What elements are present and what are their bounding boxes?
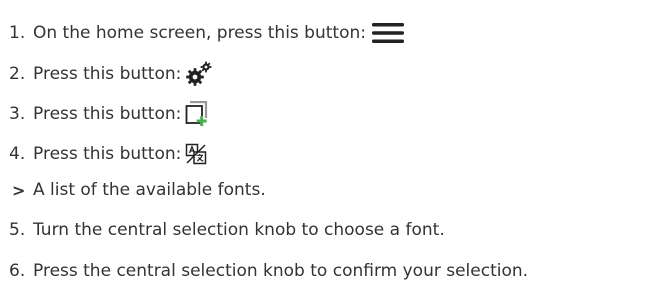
step-4-number: 4.	[9, 144, 26, 164]
settings-icon	[185, 61, 213, 87]
result-text: A list of the available fonts.	[33, 180, 266, 200]
step-2-text: Press this button:	[33, 64, 182, 84]
step-3: 3. Press this button:	[0, 98, 209, 130]
result-arrow: >	[12, 180, 26, 200]
step-5-text: Turn the central selection knob to choos…	[33, 220, 445, 240]
step-6-number: 6.	[9, 261, 26, 281]
step-3-text: Press this button:	[33, 104, 182, 124]
result-note: > A list of the available fonts.	[0, 174, 266, 206]
step-2: 2. Press this button:	[0, 58, 213, 90]
language-icon	[185, 143, 207, 165]
instruction-list: 1. On the home screen, press this button…	[0, 0, 653, 307]
add-page-icon	[185, 101, 209, 127]
step-1-text: On the home screen, press this button:	[33, 23, 366, 43]
step-1-number: 1.	[9, 23, 26, 43]
step-4: 4. Press this button:	[0, 138, 207, 170]
step-5-number: 5.	[9, 220, 26, 240]
step-2-number: 2.	[9, 64, 26, 84]
step-1: 1. On the home screen, press this button…	[0, 17, 406, 49]
step-4-text: Press this button:	[33, 144, 182, 164]
step-6-text: Press the central selection knob to conf…	[33, 261, 529, 281]
step-3-number: 3.	[9, 104, 26, 124]
step-5: 5. Turn the central selection knob to ch…	[0, 214, 445, 246]
menu-icon	[370, 22, 406, 44]
step-6: 6. Press the central selection knob to c…	[0, 255, 528, 287]
